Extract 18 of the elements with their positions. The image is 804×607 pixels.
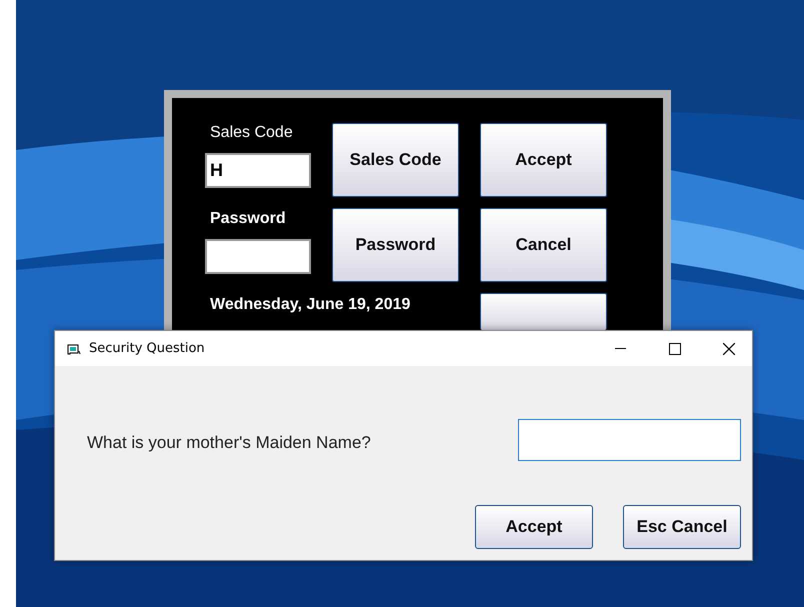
answer-field[interactable] [518, 419, 741, 461]
cancel-button[interactable]: Esc Cancel [623, 504, 741, 548]
close-icon[interactable] [723, 342, 735, 354]
window-title: Security Question [89, 340, 206, 358]
input-field[interactable]: H [205, 153, 311, 188]
password-field[interactable] [205, 239, 311, 274]
accept-button[interactable]: Accept [475, 504, 593, 548]
date-text: Wednesday, June 19, 2019 [209, 295, 412, 315]
accept-button[interactable]: Accept [480, 123, 607, 197]
cancel-button[interactable]: Cancel [480, 208, 607, 282]
field-label: Sales Code [210, 123, 293, 143]
maximize-icon[interactable] [669, 342, 681, 354]
sales-code-button[interactable]: Sales Code [332, 123, 459, 197]
field-label: Password [210, 209, 286, 229]
password-button[interactable]: Password [332, 208, 459, 282]
window-icon [67, 342, 81, 354]
question-text: What is your mother's Maiden Name? [87, 432, 372, 454]
button[interactable] [480, 293, 607, 330]
